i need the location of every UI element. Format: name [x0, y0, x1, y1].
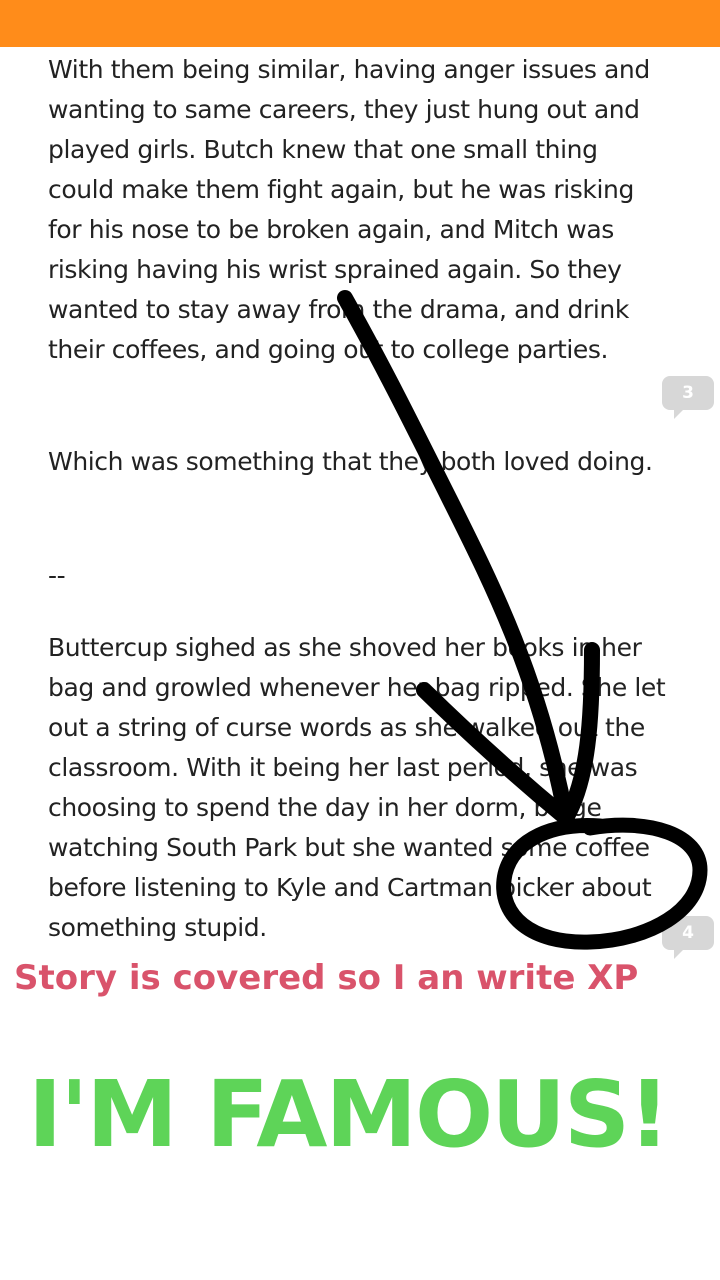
overlay-caption: Story is covered so I an write XP: [14, 958, 639, 998]
overlay-headline: I'M FAMOUS!: [28, 1061, 670, 1168]
story-paragraph: Which was something that they both loved…: [48, 447, 653, 476]
top-app-bar: [0, 0, 720, 47]
story-paragraph: With them being similar, having anger is…: [48, 55, 650, 364]
inline-comment-count-button[interactable]: 4: [662, 916, 714, 959]
inline-comment-count-button[interactable]: 3: [662, 376, 714, 419]
story-paragraph: Buttercup sighed as she shoved her books…: [48, 633, 666, 942]
story-paragraph: --: [48, 561, 66, 590]
